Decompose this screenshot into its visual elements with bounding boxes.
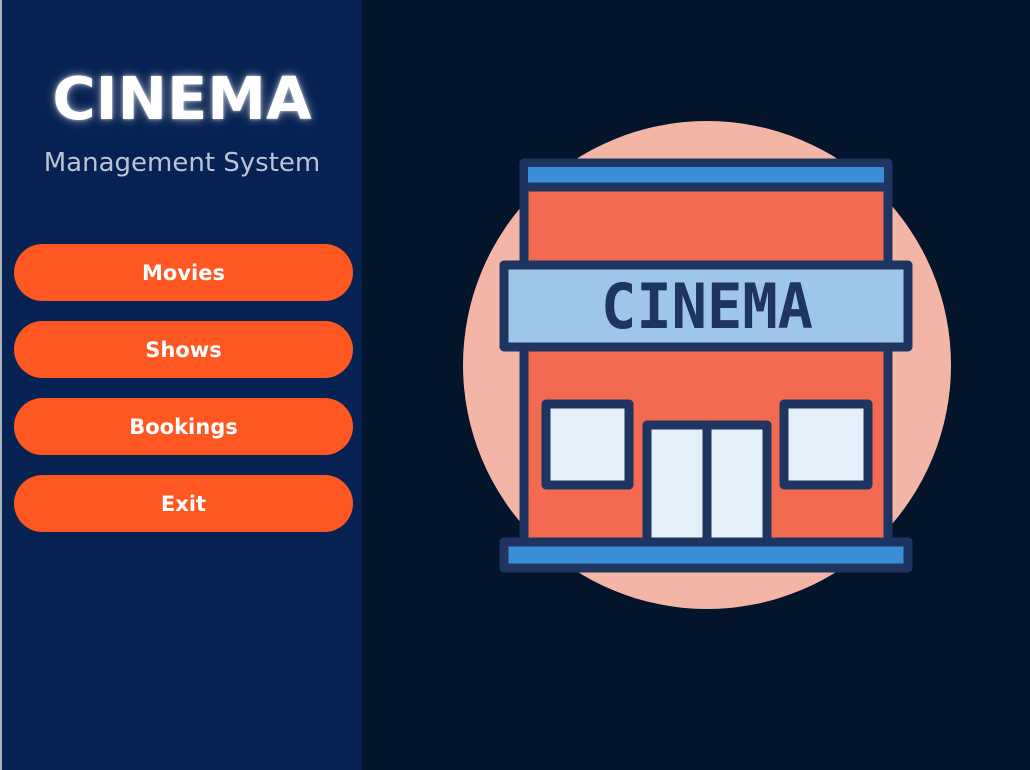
right-window	[779, 399, 873, 490]
app-title: CINEMA	[52, 64, 312, 133]
app-window: CINEMA Management System Movies Shows Bo…	[0, 0, 1030, 770]
cinema-building-icon: CINEMA	[463, 121, 951, 609]
cinema-sign-text: CINEMA	[601, 270, 813, 343]
exit-button[interactable]: Exit	[14, 475, 353, 532]
shows-button[interactable]: Shows	[14, 321, 353, 378]
sidebar: CINEMA Management System Movies Shows Bo…	[2, 0, 362, 770]
bookings-button[interactable]: Bookings	[14, 398, 353, 455]
main-content: CINEMA	[362, 0, 1030, 770]
building-base	[499, 537, 913, 573]
app-subtitle: Management System	[43, 148, 321, 178]
movies-button[interactable]: Movies	[14, 244, 353, 301]
left-window	[541, 399, 634, 490]
